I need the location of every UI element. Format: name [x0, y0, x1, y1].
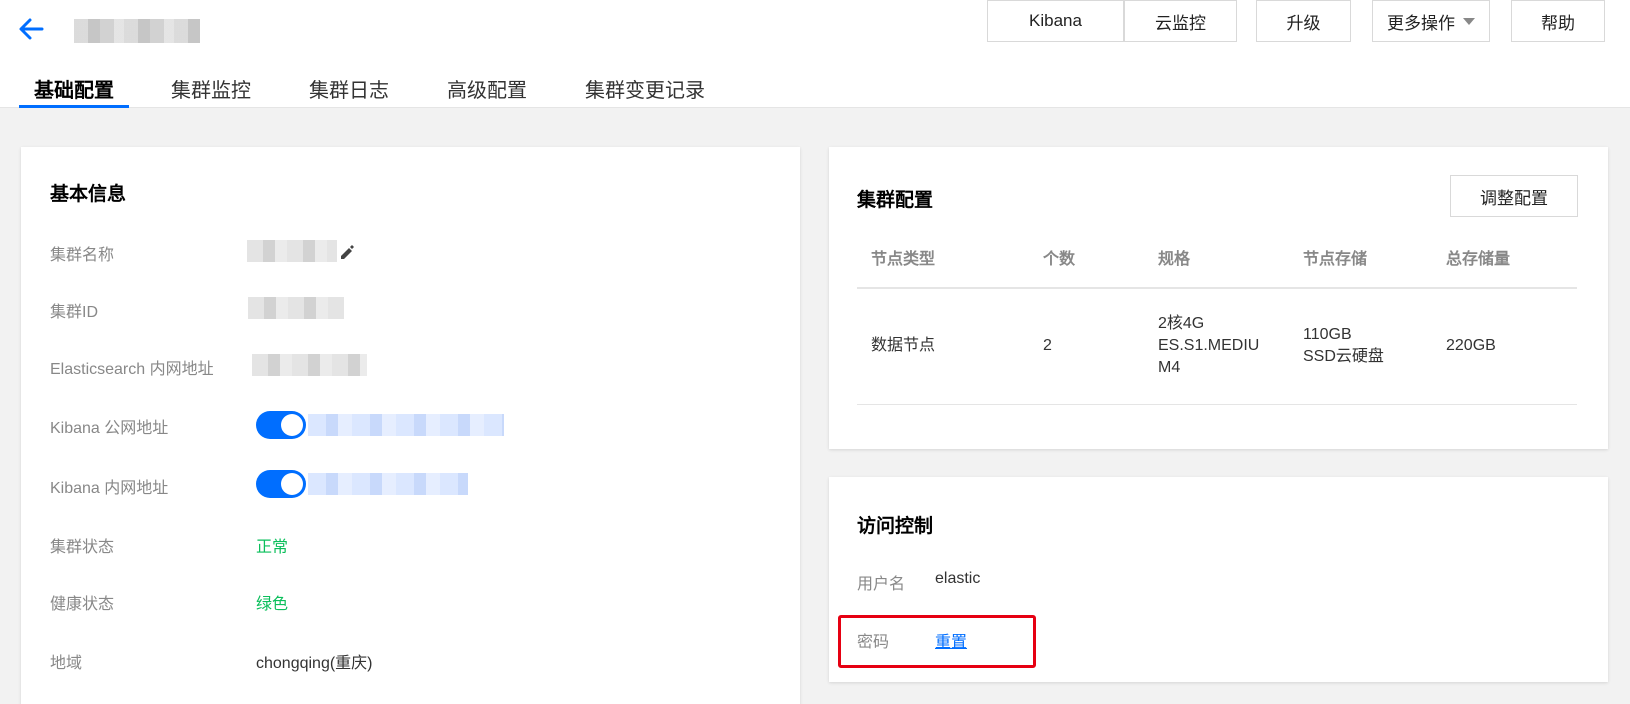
- tab-advanced-config[interactable]: 高级配置: [447, 74, 527, 103]
- column-header-total-storage: 总存储量: [1432, 227, 1577, 289]
- cluster-status-value: 正常: [256, 539, 289, 556]
- kibana-private-toggle[interactable]: [256, 470, 306, 498]
- username-label: 用户名: [857, 576, 906, 593]
- region-label: 地域: [50, 655, 83, 672]
- kibana-public-toggle[interactable]: [256, 411, 306, 439]
- table-header-row: 节点类型 个数 规格 节点存储 总存储量: [857, 227, 1577, 289]
- upgrade-button[interactable]: 升级: [1256, 0, 1351, 42]
- spec-line: ES.S1.MEDIU: [1158, 337, 1260, 355]
- cluster-config-title: 集群配置: [857, 190, 934, 211]
- cluster-id-label: 集群ID: [50, 304, 99, 321]
- cell-count: 2: [1029, 288, 1144, 405]
- storage-line: 110GB: [1303, 326, 1352, 344]
- arrow-left-icon[interactable]: [16, 14, 46, 44]
- column-header-spec: 规格: [1144, 227, 1289, 289]
- tab-change-records[interactable]: 集群变更记录: [585, 74, 705, 103]
- highlight-box: [838, 615, 1036, 668]
- cluster-status-label: 集群状态: [50, 539, 115, 556]
- health-status-value: 绿色: [256, 596, 289, 613]
- kibana-public-address-label: Kibana 公网地址: [50, 420, 169, 437]
- more-actions-dropdown[interactable]: 更多操作: [1372, 0, 1490, 42]
- basic-info-title: 基本信息: [50, 184, 127, 205]
- region-value: chongqing(重庆): [256, 655, 373, 672]
- es-private-address-label: Elasticsearch 内网地址: [50, 361, 214, 378]
- spec-line: 2核4G: [1158, 315, 1205, 333]
- username-value: elastic: [935, 570, 981, 587]
- active-tab-indicator: [19, 105, 129, 108]
- kibana-button[interactable]: Kibana: [987, 0, 1124, 42]
- tab-cluster-monitor[interactable]: 集群监控: [171, 74, 251, 103]
- tab-basic-config[interactable]: 基础配置: [34, 74, 114, 103]
- kibana-private-address-label: Kibana 内网地址: [50, 480, 169, 497]
- storage-line: SSD云硬盘: [1303, 348, 1384, 366]
- health-status-label: 健康状态: [50, 596, 115, 613]
- cell-total-storage: 220GB: [1432, 288, 1577, 405]
- cluster-name-value: [247, 240, 337, 262]
- help-button[interactable]: 帮助: [1511, 0, 1605, 42]
- node-config-table: 节点类型 个数 规格 节点存储 总存储量 数据节点 2 2核4G ES.S1.M…: [857, 227, 1577, 405]
- column-header-node-storage: 节点存储: [1289, 227, 1432, 289]
- cluster-id-value: [248, 297, 344, 319]
- column-header-count: 个数: [1029, 227, 1144, 289]
- access-control-title: 访问控制: [857, 516, 934, 537]
- cluster-name-label: 集群名称: [50, 247, 115, 264]
- cluster-config-card: 集群配置 调整配置 节点类型 个数 规格 节点存储 总存储量 数据节点 2 2核…: [829, 147, 1608, 449]
- tab-cluster-logs[interactable]: 集群日志: [309, 74, 389, 103]
- cluster-title-redacted: [74, 19, 200, 43]
- cell-node-type: 数据节点: [857, 288, 1029, 405]
- edit-icon[interactable]: [338, 243, 356, 261]
- kibana-public-address-value[interactable]: [308, 414, 504, 436]
- kibana-private-address-value[interactable]: [308, 473, 468, 495]
- adjust-config-button[interactable]: 调整配置: [1450, 175, 1578, 217]
- cloud-monitor-button[interactable]: 云监控: [1124, 0, 1237, 42]
- column-header-node-type: 节点类型: [857, 227, 1029, 289]
- cell-spec: 2核4G ES.S1.MEDIU M4: [1144, 288, 1289, 405]
- es-private-address-value: [252, 354, 367, 376]
- chevron-down-icon: [1463, 17, 1475, 25]
- top-bar: Kibana 云监控 升级 更多操作 帮助 基础配置 集群监控 集群日志 高级配…: [0, 0, 1630, 108]
- cell-node-storage: 110GB SSD云硬盘: [1289, 288, 1432, 405]
- table-row: 数据节点 2 2核4G ES.S1.MEDIU M4 110GB SSD云硬盘 …: [857, 288, 1577, 405]
- spec-line: M4: [1158, 359, 1181, 377]
